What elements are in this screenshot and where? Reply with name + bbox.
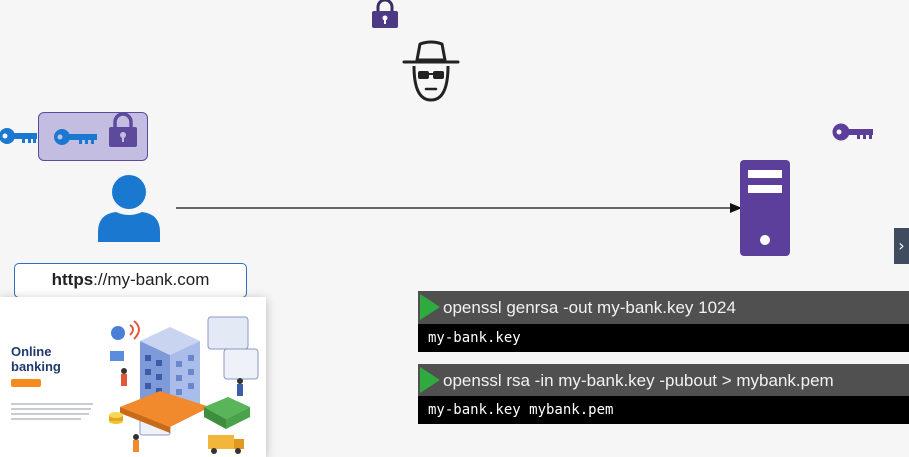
url-scheme: https: [51, 270, 94, 289]
terminal-command: openssl genrsa -out my-bank.key 1024: [443, 298, 736, 317]
terminal-command-bar: openssl genrsa -out my-bank.key 1024: [418, 291, 909, 324]
padlock-icon: [372, 0, 398, 28]
text-placeholder-line: [11, 418, 81, 420]
bank-card-title: Online banking: [11, 344, 61, 374]
padlock-icon: [109, 113, 137, 147]
user-icon: [98, 175, 160, 242]
url-domain: ://my-bank.com: [93, 270, 210, 289]
bank-card-cta: [11, 379, 41, 387]
request-arrow: [176, 203, 742, 213]
server-icon: [740, 160, 790, 256]
hacker-icon: [402, 40, 460, 102]
online-banking-card: Online banking: [0, 297, 266, 457]
encrypted-key-box: [38, 112, 148, 161]
play-icon: [420, 367, 440, 393]
terminal-command-bar: openssl rsa -in my-bank.key -pubout > my…: [418, 364, 909, 397]
terminal-command: openssl rsa -in my-bank.key -pubout > my…: [443, 371, 834, 390]
url-bar: https://my-bank.com: [14, 263, 247, 298]
text-placeholder-line: [11, 408, 91, 410]
bank-building-illustration: [109, 316, 259, 454]
terminal-output: my-bank.key mybank.pem: [418, 396, 909, 424]
text-placeholder-line: [11, 413, 89, 415]
terminal-output: my-bank.key: [418, 324, 909, 352]
key-icon: [832, 123, 873, 141]
key-icon: [0, 128, 37, 144]
text-placeholder-line: [11, 403, 93, 405]
next-slide-button[interactable]: ›: [894, 228, 909, 264]
key-icon: [54, 129, 97, 145]
play-icon: [420, 294, 440, 320]
